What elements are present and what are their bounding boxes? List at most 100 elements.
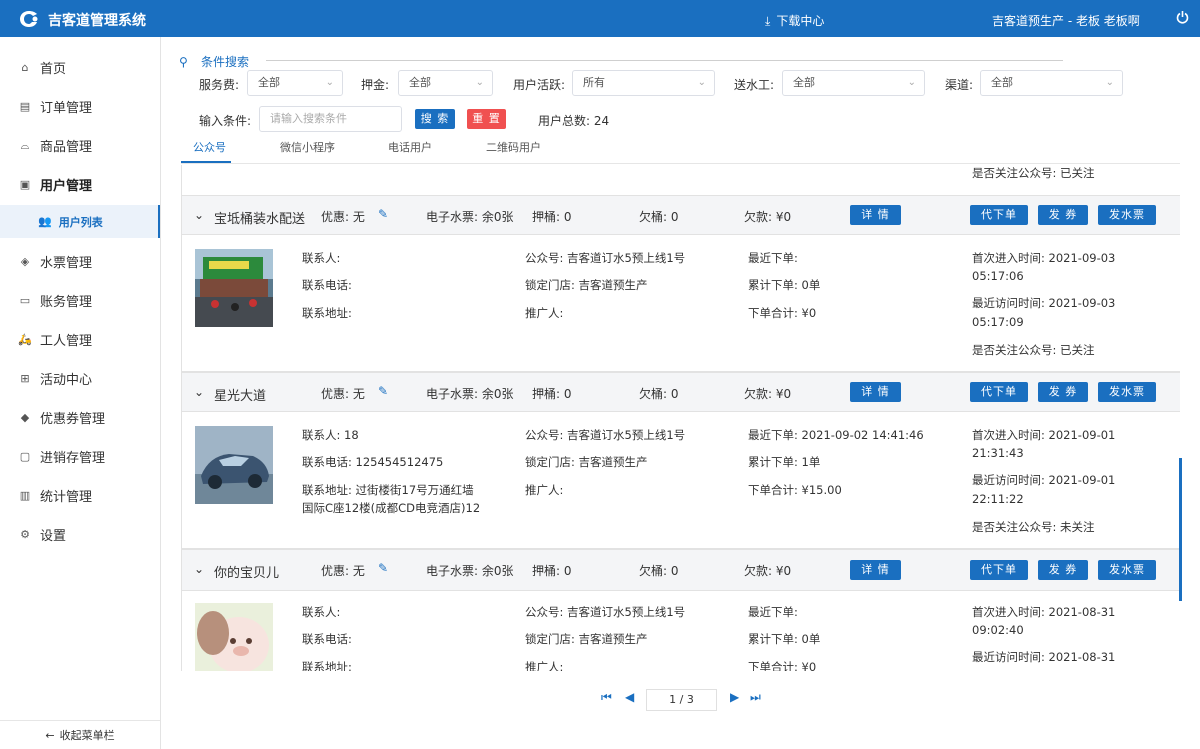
contact-address: 联系地址: (302, 660, 352, 671)
detail-button[interactable]: 详 情 (850, 560, 901, 580)
issue-coupon-button[interactable]: 发 券 (1038, 205, 1088, 225)
total-orders: 累计下单: 1单 (748, 455, 821, 469)
deposit-label: 押金: (361, 78, 390, 92)
condition-label: 输入条件: (199, 114, 252, 128)
gift-icon: ⊞ (20, 371, 30, 385)
contact-address-line2: 国际C座12楼(成都CD电竞酒店)12 (302, 501, 481, 515)
deposit-select[interactable]: 全部 ⌄ (398, 70, 493, 96)
user-total: 用户总数: 24 (538, 114, 610, 128)
select-value: 全部 (409, 76, 431, 89)
debt-label: 欠款: ¥0 (744, 387, 792, 401)
issue-ticket-button[interactable]: 发水票 (1098, 560, 1156, 580)
sidebar-item-finance[interactable]: ▭ 账务管理 (0, 281, 160, 320)
sidebar-item-label: 工人管理 (40, 334, 93, 349)
sidebar-item-settings[interactable]: ⚙ 设置 (0, 515, 160, 554)
scrollbar[interactable] (1179, 458, 1182, 601)
money-icon: ▭ (19, 293, 31, 307)
user-name: 星光大道 (214, 389, 267, 404)
channel-select[interactable]: 全部 ⌄ (980, 70, 1123, 96)
issue-coupon-button[interactable]: 发 券 (1038, 382, 1088, 402)
download-center-link[interactable]: ⤓ 下载中心 (765, 12, 824, 29)
sidebar-item-label: 水票管理 (40, 256, 93, 271)
worker-select[interactable]: 全部 ⌄ (782, 70, 925, 96)
user-list: 是否关注公众号: 已关注 ⌄ 宝坻桶装水配送 优惠: 无 ✎ 电子水票: 余0张… (181, 165, 1180, 671)
chevron-down-icon[interactable]: ⌄ (194, 385, 204, 399)
sidebar-item-workers[interactable]: 🛵 工人管理 (0, 320, 160, 359)
sidebar-item-users[interactable]: ▣ 用户管理 (0, 165, 160, 204)
chevron-down-icon[interactable]: ⌄ (194, 208, 204, 222)
first-visit-time: 05:17:06 (972, 269, 1024, 283)
owed-barrel-label: 欠桶: 0 (639, 210, 679, 224)
promoter: 推广人: (525, 483, 564, 497)
issue-ticket-button[interactable]: 发水票 (1098, 205, 1156, 225)
issue-ticket-button[interactable]: 发水票 (1098, 382, 1156, 402)
search-button[interactable]: 搜 索 (415, 109, 455, 129)
sidebar-item-water-tickets[interactable]: ◈ 水票管理 (0, 242, 160, 281)
activity-label: 用户活跃: (513, 78, 566, 92)
last-visit-time: 05:17:09 (972, 315, 1024, 329)
power-icon[interactable] (1176, 10, 1189, 24)
tab-official-account[interactable]: 公众号 (193, 139, 226, 155)
sidebar-item-activities[interactable]: ⊞ 活动中心 (0, 359, 160, 398)
order-sum: 下单合计: ¥0 (748, 306, 817, 320)
sidebar-item-orders[interactable]: ▤ 订单管理 (0, 87, 160, 126)
service-fee-select[interactable]: 全部 ⌄ (247, 70, 343, 96)
detail-button[interactable]: 详 情 (850, 382, 901, 402)
logo-icon (20, 11, 38, 27)
prev-page-icon[interactable]: ◀ (625, 690, 634, 704)
tab-qrcode-users[interactable]: 二维码用户 (486, 139, 541, 155)
sidebar-item-coupons[interactable]: ◆ 优惠券管理 (0, 398, 160, 437)
place-order-button[interactable]: 代下单 (970, 382, 1028, 402)
deposit-barrel-label: 押桶: 0 (532, 564, 572, 578)
select-value: 全部 (793, 76, 815, 89)
chevron-down-icon: ⌄ (697, 77, 706, 88)
last-visit: 最近访问时间: 2021-09-03 (972, 296, 1116, 310)
chevron-down-icon: ⌄ (325, 77, 334, 88)
sidebar-subitem-user-list[interactable]: 👥 用户列表 (0, 205, 160, 238)
last-page-icon[interactable]: ⏭ (750, 690, 761, 705)
promoter: 推广人: (525, 306, 564, 320)
first-visit-time: 21:31:43 (972, 446, 1024, 460)
follow-status: 是否关注公众号: 已关注 (972, 166, 1095, 180)
last-visit: 最近访问时间: 2021-08-31 (972, 650, 1116, 664)
tab-mini-program[interactable]: 微信小程序 (280, 139, 335, 155)
discount-label: 优惠: 无 (321, 564, 365, 578)
coupon-icon: ◆ (20, 410, 30, 424)
first-visit: 首次进入时间: 2021-08-31 (972, 605, 1116, 619)
sidebar-item-statistics[interactable]: ▥ 统计管理 (0, 476, 160, 515)
first-page-icon[interactable]: ⏮ (601, 690, 612, 705)
activity-select[interactable]: 所有 ⌄ (572, 70, 715, 96)
place-order-button[interactable]: 代下单 (970, 205, 1028, 225)
reset-button[interactable]: 重 置 (467, 109, 506, 129)
select-value: 全部 (258, 76, 280, 89)
tab-phone-users[interactable]: 电话用户 (388, 139, 432, 155)
sidebar-item-home[interactable]: ⌂ 首页 (0, 48, 160, 87)
contact-address: 联系地址: 过街楼街17号万通红墙 (302, 483, 474, 497)
total-orders: 累计下单: 0单 (748, 632, 821, 646)
sidebar-item-inventory[interactable]: ▢ 进销存管理 (0, 437, 160, 476)
collapse-menu-button[interactable]: ← 收起菜单栏 (0, 720, 160, 749)
chevron-down-icon: ⌄ (475, 77, 484, 88)
detail-button[interactable]: 详 情 (850, 205, 901, 225)
user-name: 你的宝贝儿 (214, 566, 280, 581)
sidebar-item-products[interactable]: ⌓ 商品管理 (0, 126, 160, 165)
chevron-down-icon[interactable]: ⌄ (194, 562, 204, 576)
user-info[interactable]: 吉客道预生产 - 老板 老板啊 (992, 12, 1140, 29)
user-record-body: 联系人: 18 联系电话: 125454512475 联系地址: 过街楼街17号… (182, 412, 1180, 549)
scooter-icon: 🛵 (18, 332, 32, 346)
search-input[interactable]: 请输入搜索条件 (259, 106, 402, 132)
locked-store: 锁定门店: 吉客道预生产 (525, 278, 648, 292)
user-record-header: ⌄ 星光大道 优惠: 无 ✎ 电子水票: 余0张 押桶: 0 欠桶: 0 欠款:… (182, 372, 1180, 412)
issue-coupon-button[interactable]: 发 券 (1038, 560, 1088, 580)
contact-name: 联系人: 18 (302, 428, 359, 442)
edit-icon[interactable]: ✎ (378, 207, 392, 221)
page-indicator[interactable]: 1 / 3 (646, 689, 717, 711)
official-account: 公众号: 吉客道订水5预上线1号 (525, 428, 686, 442)
locked-store: 锁定门店: 吉客道预生产 (525, 455, 648, 469)
next-page-icon[interactable]: ▶ (730, 690, 739, 704)
edit-icon[interactable]: ✎ (378, 384, 392, 398)
place-order-button[interactable]: 代下单 (970, 560, 1028, 580)
sidebar: ⌂ 首页 ▤ 订单管理 ⌓ 商品管理 ▣ 用户管理 👥 用户列表 ◈ 水票管理 ▭ 账务管理 … (0, 37, 161, 749)
first-visit: 首次进入时间: 2021-09-01 (972, 428, 1116, 442)
edit-icon[interactable]: ✎ (378, 561, 392, 575)
